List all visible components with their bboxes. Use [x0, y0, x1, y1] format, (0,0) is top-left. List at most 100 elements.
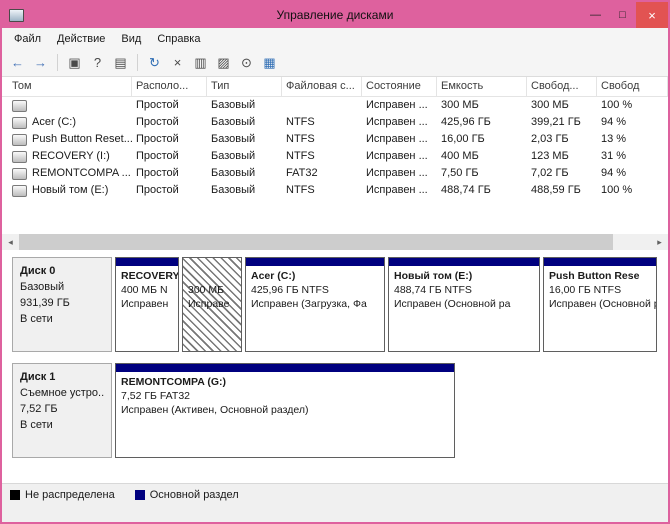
disk-status: В сети: [20, 313, 53, 325]
cell-free: 488,59 ГБ: [531, 184, 581, 196]
partition[interactable]: RECOVERY 400 МБ N Исправен: [115, 257, 179, 352]
cell-fs: NTFS: [286, 133, 315, 145]
table-row[interactable]: REMONTCOMPA ... Простой Базовый FAT32 Исправ…: [2, 165, 668, 182]
partition[interactable]: Новый том (E:) 488,74 ГБ NTFS Исправен (Ос…: [388, 257, 540, 352]
disk-header[interactable]: Диск 0 Базовый 931,39 ГБ В сети: [12, 257, 112, 352]
partition[interactable]: Push Button Rese 16,00 ГБ NTFS Исправен (О…: [543, 257, 657, 352]
menu-item-view[interactable]: Вид: [113, 30, 149, 48]
column-header-layout[interactable]: Располо...: [132, 77, 207, 96]
bottom-strip: [2, 506, 668, 522]
partition-title: RECOVERY: [121, 270, 178, 282]
volume-name: Acer (C:): [32, 116, 76, 128]
show-console-tree-icon[interactable]: ▣: [64, 52, 85, 73]
toolbar-separator: [57, 54, 58, 71]
partition-size: 425,96 ГБ NTFS: [251, 284, 329, 296]
table-row[interactable]: RECOVERY (I:) Простой Базовый NTFS Исправен …: [2, 148, 668, 165]
volume-name: Новый том (E:): [32, 184, 109, 196]
volume-icon: [12, 150, 27, 163]
cell-pct: 31 %: [601, 150, 627, 162]
column-header-volume[interactable]: Том: [2, 77, 132, 96]
volume-name-cell: [2, 97, 132, 114]
partition-title: REMONTCOMPA (G:): [121, 376, 226, 388]
partition[interactable]: REMONTCOMPA (G:) 7,52 ГБ FAT32 Исправен (А…: [115, 363, 455, 458]
volume-icon: [12, 133, 27, 146]
minimize-button[interactable]: —: [582, 2, 609, 28]
toolbar-separator: [137, 54, 138, 71]
cell-free: 7,02 ГБ: [531, 167, 569, 179]
legend: Не распределена Основной раздел: [2, 483, 668, 506]
forward-icon[interactable]: →: [30, 52, 51, 73]
cell-fs: NTFS: [286, 184, 315, 196]
cell-status: Исправен ...: [366, 116, 428, 128]
disk-header[interactable]: Диск 1 Съемное устро... 7,52 ГБ В сети: [12, 363, 112, 458]
cell-fs: FAT32: [286, 167, 318, 179]
cell-pct: 94 %: [601, 167, 627, 179]
partitions: REMONTCOMPA (G:) 7,52 ГБ FAT32 Исправен (А…: [115, 363, 658, 458]
table-row[interactable]: Push Button Reset... Простой Базовый NTFS Ис…: [2, 131, 668, 148]
refresh-icon[interactable]: ↻: [144, 52, 165, 73]
delete-volume-icon[interactable]: ×: [167, 52, 188, 73]
cell-free: 2,03 ГБ: [531, 133, 569, 145]
partition-status: Исправен (Основной р: [549, 298, 656, 310]
disk-management-window: Управление дисками — □ × Файл Действие Вид…: [0, 0, 670, 524]
back-icon[interactable]: ←: [7, 52, 28, 73]
partition[interactable]: 300 МБ Исправе: [182, 257, 242, 352]
partition-title: [188, 269, 236, 283]
column-header-status[interactable]: Состояние: [362, 77, 437, 96]
horizontal-scrollbar[interactable]: ◂ ▸: [2, 234, 668, 250]
table-row[interactable]: Простой Базовый Исправен ... 300 МБ 300 МБ 10…: [2, 97, 668, 114]
table-row[interactable]: Новый том (E:) Простой Базовый NTFS Исправен…: [2, 182, 668, 199]
open-icon[interactable]: ▥: [190, 52, 211, 73]
title-bar[interactable]: Управление дисками — □ ×: [2, 2, 668, 28]
column-header-free-pct[interactable]: Свобод: [597, 77, 668, 96]
cell-layout: Простой: [136, 133, 179, 145]
volume-icon: [12, 167, 27, 180]
cell-capacity: 400 МБ: [441, 150, 479, 162]
legend-label: Основной раздел: [149, 489, 239, 501]
cell-layout: Простой: [136, 150, 179, 162]
partition-size: 400 МБ N: [121, 284, 168, 296]
volume-icon: [12, 116, 27, 129]
cell-status: Исправен ...: [366, 184, 428, 196]
cell-status: Исправен ...: [366, 150, 428, 162]
help-icon[interactable]: ?: [87, 52, 108, 73]
volume-list: Том Располо... Тип Файловая с... Состояние Ем…: [2, 77, 668, 234]
partitions: RECOVERY 400 МБ N Исправен 300 МБ Исправе Ace…: [115, 257, 658, 352]
partition-title: Push Button Rese: [549, 270, 640, 282]
table-row[interactable]: Acer (C:) Простой Базовый NTFS Исправен ... 4…: [2, 114, 668, 131]
cell-type: Базовый: [211, 150, 256, 162]
toolbar: ← → ▣? ▤ ↻ × ▥ ▨ ⊙ ▦: [2, 49, 668, 77]
show-action-pane-icon[interactable]: ▤: [110, 52, 131, 73]
partition-title: Новый том (E:): [394, 270, 473, 282]
legend-label: Не распределена: [25, 489, 115, 501]
scroll-track[interactable]: [19, 234, 651, 250]
disk-type: Съемное устро...: [20, 387, 104, 399]
volume-name: REMONTCOMPA ...: [32, 167, 131, 179]
properties-icon[interactable]: ▦: [259, 52, 280, 73]
maximize-button[interactable]: □: [609, 2, 636, 28]
disk-type: Базовый: [20, 281, 65, 293]
column-header-free[interactable]: Свобод...: [527, 77, 597, 96]
volume-icon: [12, 184, 27, 197]
scroll-thumb[interactable]: [19, 234, 614, 250]
app-icon: [9, 8, 24, 22]
column-header-type[interactable]: Тип: [207, 77, 282, 96]
explore-icon[interactable]: ▨: [213, 52, 234, 73]
cell-status: Исправен ...: [366, 167, 428, 179]
partition-color-strip: [183, 258, 241, 266]
cell-type: Базовый: [211, 116, 256, 128]
partition[interactable]: Acer (C:) 425,96 ГБ NTFS Исправен (Загрузк…: [245, 257, 385, 352]
close-button[interactable]: ×: [636, 2, 668, 28]
menu-item-file[interactable]: Файл: [6, 30, 49, 48]
cell-fs: NTFS: [286, 116, 315, 128]
scroll-left-icon[interactable]: ◂: [2, 234, 19, 250]
partition-size: 16,00 ГБ NTFS: [549, 284, 622, 296]
disk-size: 931,39 ГБ: [20, 297, 70, 309]
menu-item-action[interactable]: Действие: [49, 30, 113, 48]
column-header-capacity[interactable]: Емкость: [437, 77, 527, 96]
scroll-right-icon[interactable]: ▸: [651, 234, 668, 250]
column-header-filesystem[interactable]: Файловая с...: [282, 77, 362, 96]
search-icon[interactable]: ⊙: [236, 52, 257, 73]
menu-item-help[interactable]: Справка: [149, 30, 208, 48]
volume-name: Push Button Reset...: [32, 133, 132, 145]
